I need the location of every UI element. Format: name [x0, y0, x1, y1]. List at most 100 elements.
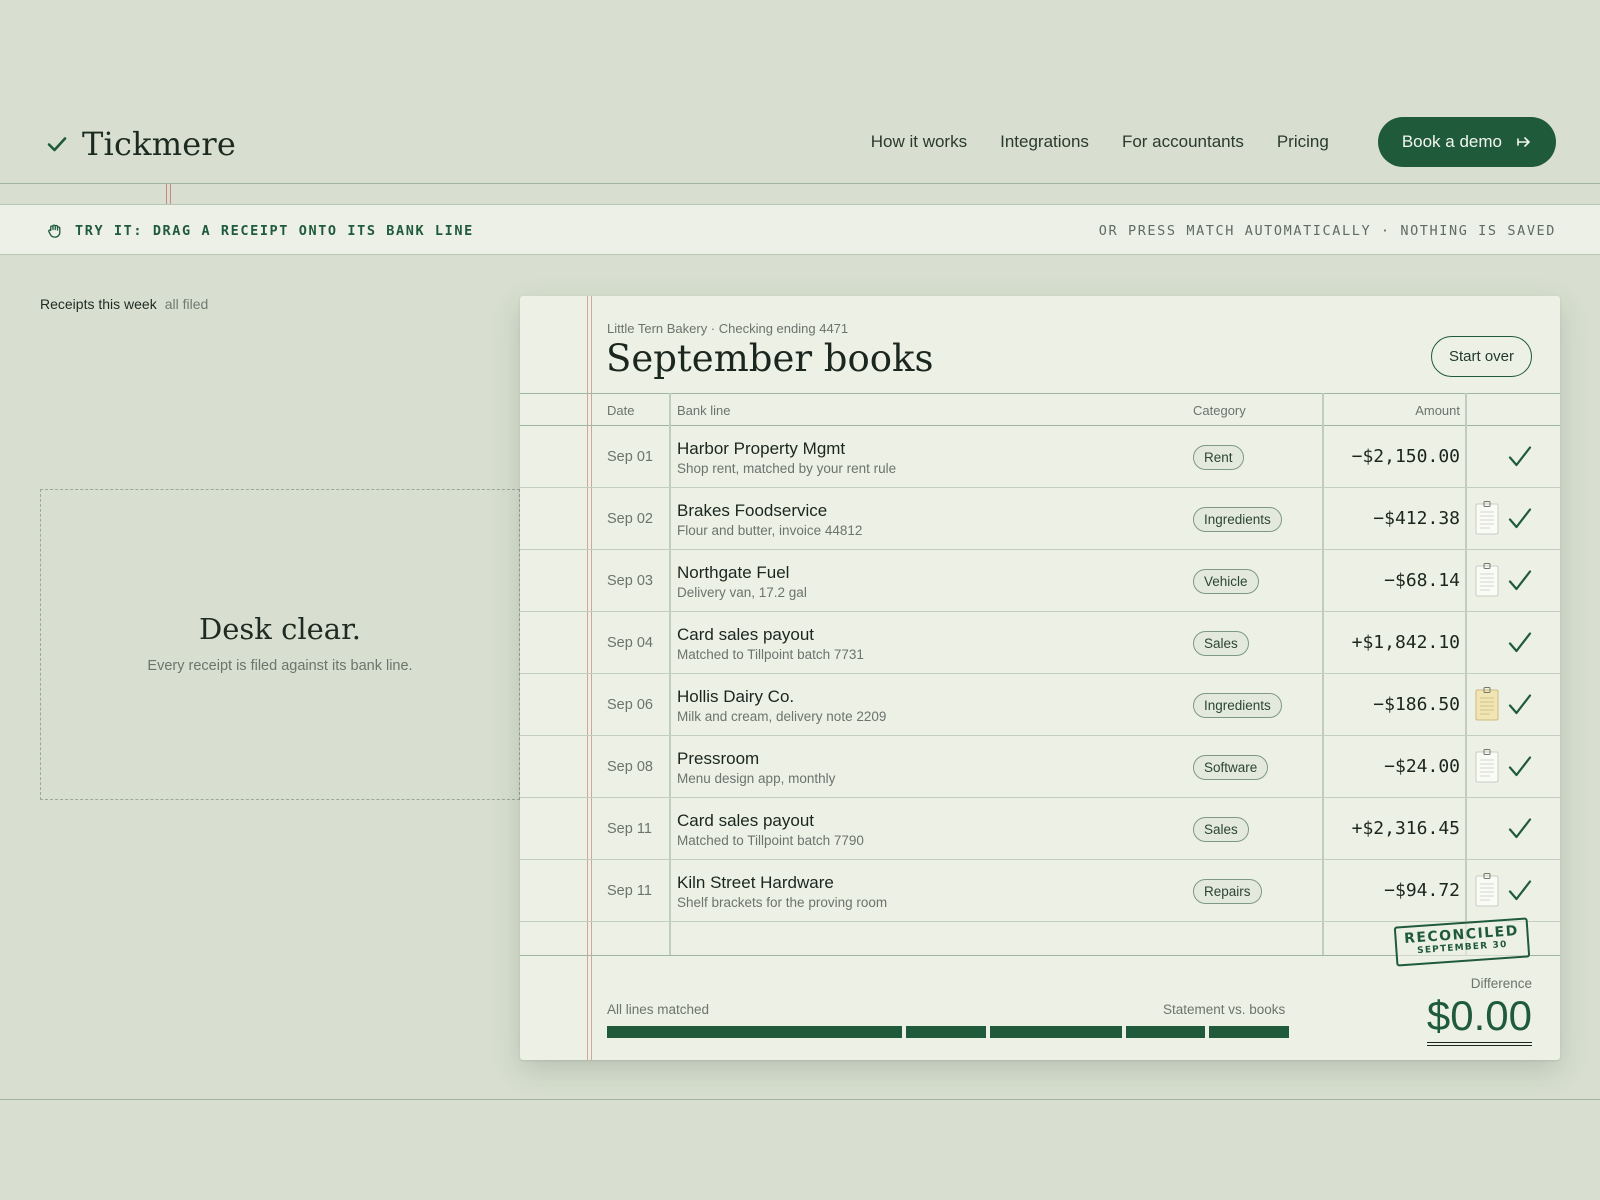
progress-segment	[989, 1026, 1122, 1038]
row-date: Sep 02	[607, 511, 653, 527]
row-date: Sep 06	[607, 697, 653, 713]
col-date: Date	[607, 403, 635, 418]
row-note: Shop rent, matched by your rent rule	[677, 461, 897, 476]
reconciled-stamp: RECONCILED SEPTEMBER 30	[1393, 917, 1531, 967]
receipt-icon[interactable]	[1475, 563, 1499, 597]
main-nav: How it works Integrations For accountant…	[871, 117, 1556, 167]
receipt-icon[interactable]	[1475, 873, 1499, 907]
match-progress-bar	[607, 1026, 1289, 1038]
row-note: Matched to Tillpoint batch 7731	[677, 647, 864, 662]
ledger-row[interactable]: Sep 11 Kiln Street Hardware Shelf brackets…	[520, 860, 1560, 922]
difference-value: $0.00	[1426, 992, 1532, 1046]
receipts-status: all filed	[164, 296, 209, 312]
row-date: Sep 11	[607, 821, 652, 837]
try-it-note: OR PRESS MATCH AUTOMATICALLY · NOTHING I…	[1098, 222, 1556, 239]
category-badge[interactable]: Vehicle	[1193, 569, 1259, 594]
row-amount: −$412.38	[1373, 508, 1460, 529]
row-note: Matched to Tillpoint batch 7790	[677, 833, 864, 848]
ledger-row[interactable]: Sep 01 Harbor Property Mgmt Shop rent, mat…	[520, 426, 1560, 488]
brand-logo[interactable]: Tickmere	[46, 124, 236, 164]
ledger-header-row: Date Bank line Category Amount	[520, 393, 1560, 426]
try-it-instruction: TRY IT: DRAG A RECEIPT ONTO ITS BANK LIN…	[75, 222, 474, 239]
row-note: Flour and butter, invoice 44812	[677, 523, 863, 538]
row-amount: +$1,842.10	[1351, 632, 1460, 653]
nav-for-accountants[interactable]: For accountants	[1122, 132, 1244, 152]
ledger-row[interactable]: Sep 11 Card sales payout Matched to Tillpo…	[520, 798, 1560, 860]
category-badge[interactable]: Sales	[1193, 817, 1249, 842]
row-amount: −$94.72	[1384, 880, 1460, 901]
col-amount: Amount	[1415, 403, 1460, 418]
ledger-row[interactable]: Sep 03 Northgate Fuel Delivery van, 17.2 g…	[520, 550, 1560, 612]
row-date: Sep 01	[607, 449, 653, 465]
row-bank-line: Brakes Foodservice	[677, 501, 828, 520]
progress-segment	[1209, 1026, 1289, 1038]
row-amount: −$24.00	[1384, 756, 1460, 777]
lines-matched-label: All lines matched	[607, 1002, 710, 1017]
nav-integrations[interactable]: Integrations	[1000, 132, 1089, 152]
receipt-icon[interactable]	[1475, 749, 1499, 783]
row-date: Sep 11	[607, 883, 652, 899]
receipt-icon[interactable]	[1475, 687, 1499, 721]
row-amount: −$186.50	[1373, 694, 1460, 715]
matched-check-icon	[1508, 446, 1532, 467]
row-bank-line: Pressroom	[677, 749, 760, 768]
progress-segment	[906, 1026, 986, 1038]
page-bottom-rule	[0, 1099, 1600, 1100]
desk-empty-subtitle: Every receipt is filed against its bank …	[147, 658, 413, 674]
category-badge[interactable]: Ingredients	[1193, 693, 1282, 718]
matched-check-icon	[1508, 570, 1532, 591]
receipt-icon[interactable]	[1475, 501, 1499, 535]
progress-segment	[607, 1026, 903, 1038]
receipts-heading: Receipts this week all filed	[40, 296, 208, 312]
row-date: Sep 08	[607, 759, 653, 775]
row-bank-line: Hollis Dairy Co.	[677, 687, 795, 706]
category-badge[interactable]: Ingredients	[1193, 507, 1282, 532]
desk-empty-title: Desk clear.	[199, 612, 361, 646]
matched-check-icon	[1508, 632, 1532, 653]
difference-label: Difference	[1470, 976, 1532, 991]
category-badge[interactable]: Sales	[1193, 631, 1249, 656]
row-amount: −$68.14	[1384, 570, 1460, 591]
category-badge[interactable]: Rent	[1193, 445, 1244, 470]
ledger-row[interactable]: Sep 06 Hollis Dairy Co. Milk and cream, de…	[520, 674, 1560, 736]
receipts-title: Receipts this week	[40, 296, 157, 312]
nav-how-it-works[interactable]: How it works	[871, 132, 967, 152]
arrow-right-icon	[1517, 137, 1530, 147]
matched-check-icon	[1508, 508, 1532, 529]
category-badge[interactable]: Repairs	[1193, 879, 1262, 904]
check-icon	[47, 137, 67, 152]
site-header: Tickmere How it works Integrations For a…	[0, 0, 1600, 184]
book-demo-button[interactable]: Book a demo	[1377, 117, 1556, 167]
row-note: Delivery van, 17.2 gal	[677, 585, 807, 600]
col-bank-line: Bank line	[677, 403, 731, 418]
row-note: Milk and cream, delivery note 2209	[677, 709, 887, 724]
nav-pricing[interactable]: Pricing	[1277, 132, 1329, 152]
brand-name: Tickmere	[82, 125, 237, 163]
row-date: Sep 03	[607, 573, 653, 589]
start-over-button[interactable]: Start over	[1430, 336, 1532, 377]
col-category: Category	[1193, 403, 1246, 418]
row-bank-line: Harbor Property Mgmt	[677, 439, 846, 458]
ledger-card: Little Tern Bakery · Checking ending 447…	[520, 296, 1560, 1060]
category-badge[interactable]: Software	[1193, 755, 1269, 780]
ledger-row[interactable]: Sep 02 Brakes Foodservice Flour and butter…	[520, 488, 1560, 550]
matched-check-icon	[1508, 880, 1532, 901]
row-bank-line: Kiln Street Hardware	[677, 873, 834, 892]
book-demo-label: Book a demo	[1401, 132, 1502, 151]
progress-segment	[1125, 1026, 1206, 1038]
matched-check-icon	[1508, 694, 1532, 715]
receipt-drop-zone[interactable]: Desk clear. Every receipt is filed again…	[40, 489, 520, 800]
ledger-account: Little Tern Bakery · Checking ending 447…	[607, 321, 849, 336]
matched-check-icon	[1508, 818, 1532, 839]
row-amount: −$2,150.00	[1351, 446, 1460, 467]
row-date: Sep 04	[607, 635, 653, 651]
try-it-bar: TRY IT: DRAG A RECEIPT ONTO ITS BANK LIN…	[0, 204, 1600, 255]
hand-grab-icon	[48, 224, 61, 238]
row-note: Shelf brackets for the proving room	[677, 895, 888, 910]
row-bank-line: Northgate Fuel	[677, 563, 790, 582]
ledger-row[interactable]: Sep 08 Pressroom Menu design app, monthly S…	[520, 736, 1560, 798]
row-bank-line: Card sales payout	[677, 625, 815, 644]
row-bank-line: Card sales payout	[677, 811, 815, 830]
ledger-row[interactable]: Sep 04 Card sales payout Matched to Tillpo…	[520, 612, 1560, 674]
matched-check-icon	[1508, 756, 1532, 777]
